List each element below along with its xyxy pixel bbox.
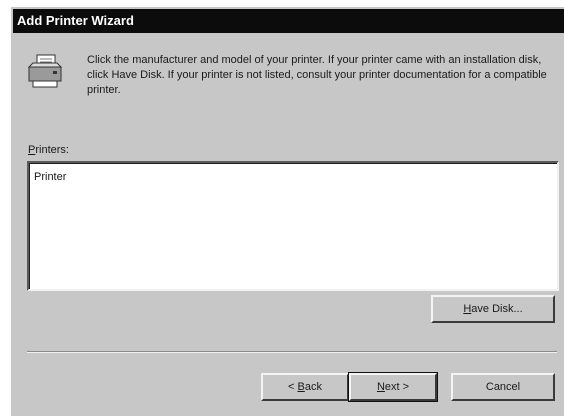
back-prefix: < — [288, 381, 298, 393]
printers-listbox[interactable]: Printer — [27, 161, 559, 291]
add-printer-wizard-window: Add Printer Wizard Click the manufacture… — [10, 6, 564, 416]
back-mnemonic: B — [297, 381, 305, 393]
list-item[interactable]: Printer — [34, 171, 66, 183]
back-button[interactable]: < Back — [261, 373, 349, 401]
title-bar[interactable]: Add Printer Wizard — [13, 9, 564, 33]
next-mnemonic: N — [376, 381, 385, 393]
have-disk-label: ave Disk... — [471, 303, 523, 315]
printers-label-text: rinters: — [35, 144, 69, 156]
have-disk-button[interactable]: Have Disk... — [431, 295, 555, 323]
cancel-button[interactable]: Cancel — [451, 373, 555, 401]
window-title: Add Printer Wizard — [17, 13, 134, 28]
next-label: ext > — [384, 381, 410, 393]
next-button[interactable]: Next > — [348, 372, 438, 402]
printers-label: Printers: — [28, 144, 69, 156]
back-label: ack — [304, 381, 322, 393]
printer-icon — [27, 54, 63, 88]
instructions-text: Click the manufacturer and model of your… — [87, 54, 547, 96]
separator — [27, 351, 557, 353]
